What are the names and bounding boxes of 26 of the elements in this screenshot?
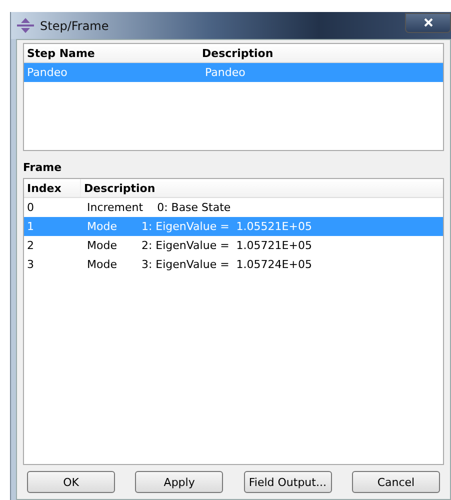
section-label: Frame [23,161,63,174]
column-header[interactable]: Description [199,44,443,62]
table-cell-text: Mode 3: EigenValue = 1.05724E+05 [86,258,313,271]
table-cell-text: Pandeo [204,66,246,79]
close-button[interactable] [405,12,451,32]
table-cell-text: 0 [26,201,35,214]
table-cell-text: Mode 1: EigenValue = 1.05521E+05 [86,220,313,233]
frame-row[interactable]: 3 Mode 3: EigenValue = 1.05724E+05 [24,255,443,274]
app-icon [17,18,34,33]
dialog-button[interactable]: OK [27,471,115,493]
column-header[interactable]: Index [24,179,81,197]
dialog-button[interactable]: Apply [135,471,224,493]
table-cell-text: 2 [26,239,35,252]
dialog-button[interactable]: Cancel [352,471,440,493]
column-header[interactable]: Step Name [24,44,199,62]
table-cell-text: Mode 2: EigenValue = 1.05721E+05 [86,239,313,252]
window-title: Step/Frame [40,18,109,32]
table-cell-text: 1 [26,220,35,233]
column-header[interactable]: Description [81,179,443,197]
table-cell-text: Pandeo [26,66,68,79]
close-icon [424,18,432,27]
frame-row[interactable]: 2 Mode 2: EigenValue = 1.05721E+05 [24,236,443,255]
frame-row[interactable]: 0 Increment 0: Base State [24,198,443,217]
table-cell-text: 3 [26,258,35,271]
dialog-button[interactable]: Field Output... [244,471,332,493]
table-cell-text: Increment 0: Base State [86,201,232,214]
